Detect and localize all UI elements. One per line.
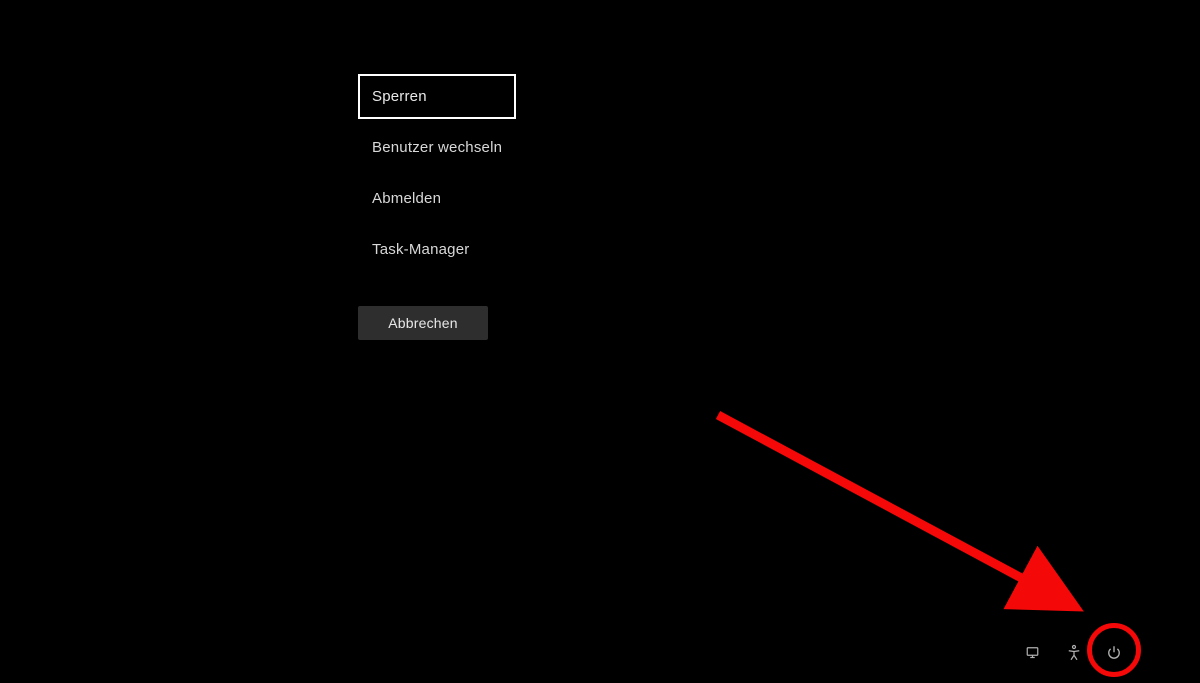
menu-item-label: Benutzer wechseln [372,139,502,156]
ctrl-alt-del-menu: Sperren Benutzer wechseln Abmelden Task-… [358,74,516,340]
menu-item-label: Abmelden [372,190,441,207]
network-icon[interactable] [1024,643,1044,663]
cancel-button[interactable]: Abbrechen [358,306,488,340]
annotation-arrow [700,405,1100,655]
menu-item-lock[interactable]: Sperren [358,74,516,119]
power-icon[interactable] [1104,643,1124,663]
cancel-button-label: Abbrechen [388,315,458,331]
menu-item-sign-out[interactable]: Abmelden [358,176,516,221]
menu-item-task-manager[interactable]: Task-Manager [358,227,516,272]
accessibility-icon[interactable] [1064,643,1084,663]
system-tray [1024,643,1124,663]
menu-item-label: Task-Manager [372,241,469,258]
menu-item-label: Sperren [372,88,427,105]
menu-item-switch-user[interactable]: Benutzer wechseln [358,125,516,170]
